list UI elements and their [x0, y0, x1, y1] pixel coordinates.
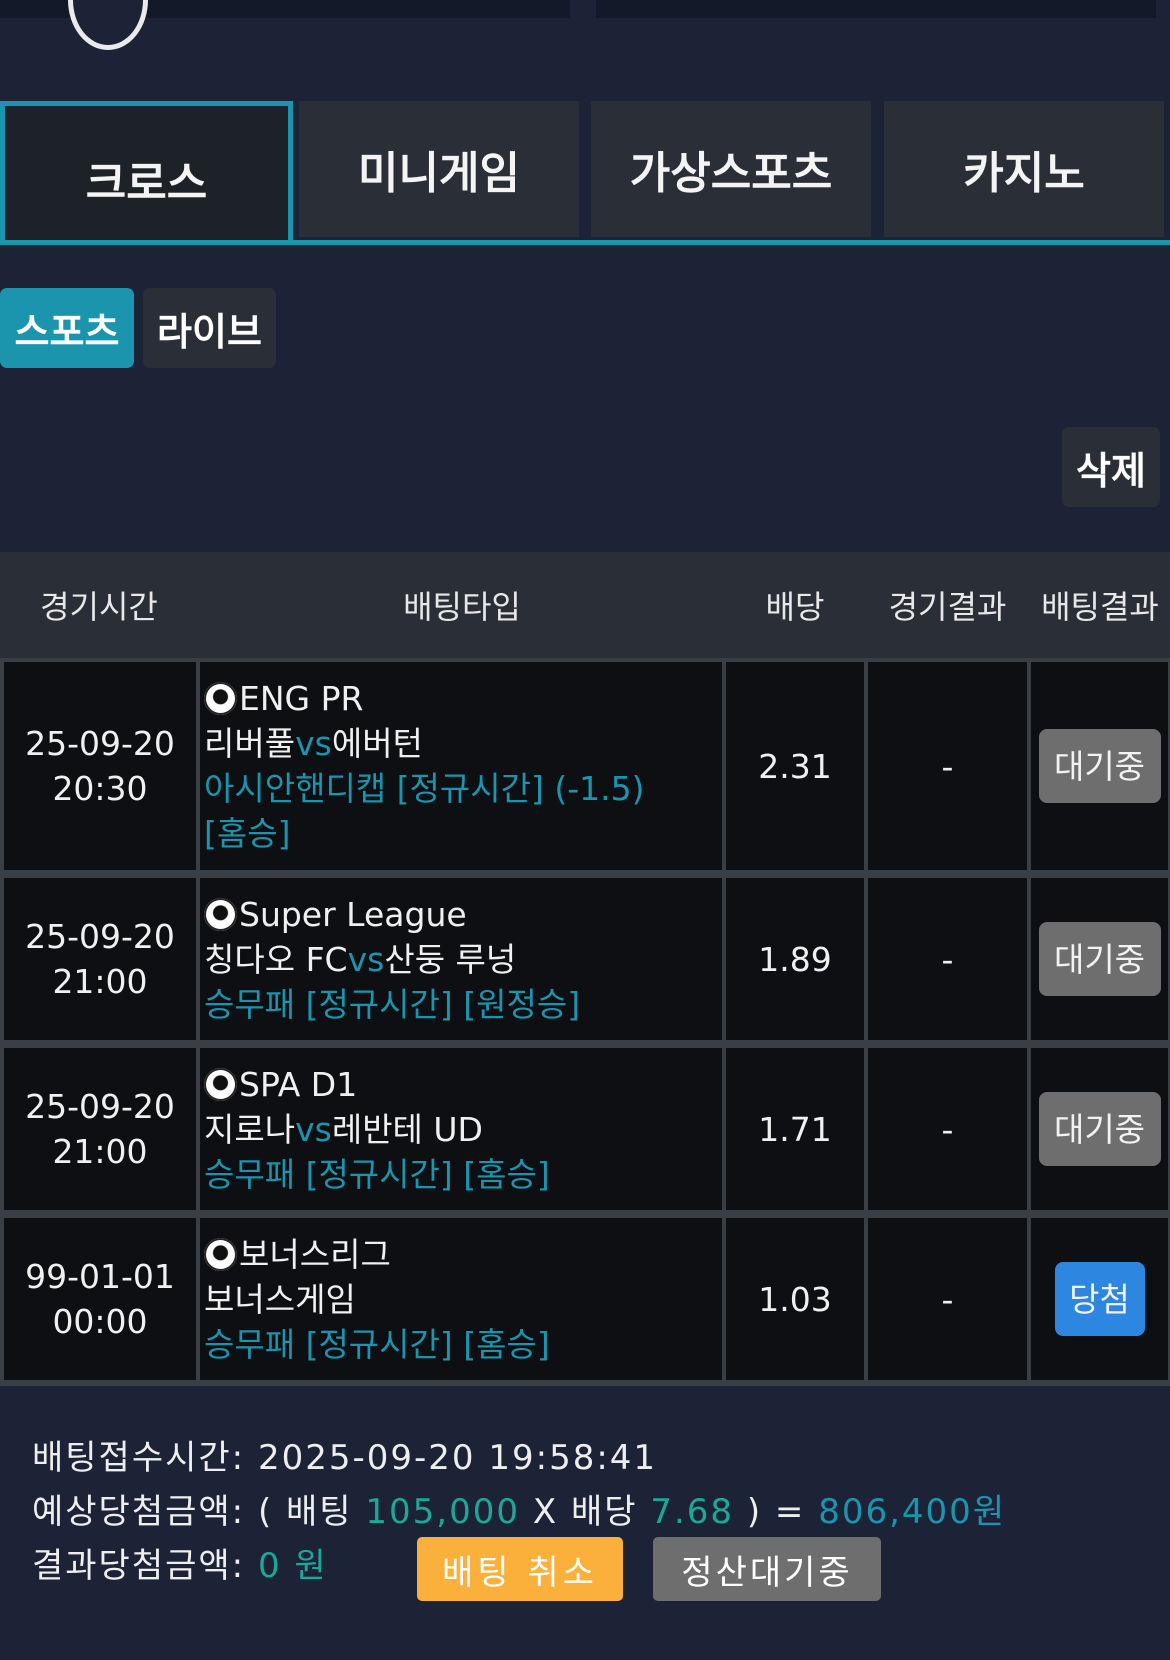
bet-amount: 105,000 [365, 1492, 521, 1532]
away-team: 레반테 UD [331, 1110, 483, 1149]
header-bar-right [596, 0, 1156, 18]
odds-cell: 1.71 [726, 1048, 864, 1210]
match-time-cell: 25-09-20 21:00 [4, 878, 196, 1040]
settlement-pending-button[interactable]: 정산대기중 [653, 1537, 881, 1601]
result-label: 결과당첨금액: [32, 1546, 246, 1586]
vs-label: vs [295, 1110, 332, 1149]
bet-result-cell: 대기중 [1031, 662, 1168, 870]
match-date: 25-09-20 [25, 1087, 175, 1126]
tab-casino[interactable]: 카지노 [884, 101, 1164, 237]
odds-cell: 2.31 [726, 662, 864, 870]
bet-label: 배팅 [286, 1492, 353, 1532]
status-pending-button[interactable]: 대기중 [1038, 729, 1161, 803]
soccer-ball-icon [204, 898, 237, 931]
bet-table-header: 경기시간 배팅타입 배당 경기결과 배팅결과 [0, 552, 1170, 658]
tab-virtual-sports[interactable]: 가상스포츠 [591, 101, 871, 237]
tab-cross[interactable]: 크로스 [0, 101, 293, 245]
match-result-cell: - [868, 878, 1027, 1040]
expected-win-line: 예상당첨금액: ( 배팅 105,000 X 배당 7.68 ) = 806,4… [32, 1490, 1006, 1534]
match-result-cell: - [868, 1218, 1027, 1380]
bet-type: 아시안핸디캡 [정규시간] (-1.5) [204, 769, 645, 808]
odds-cell: 1.03 [726, 1218, 864, 1380]
bet-type-cell: SPA D1 지로나vs레반테 UD 승무패 [정규시간] [홈승] [200, 1048, 722, 1210]
soccer-ball-icon [204, 1068, 237, 1101]
match-time-cell: 25-09-20 20:30 [4, 662, 196, 870]
expected-label: 예상당첨금액: [32, 1492, 246, 1532]
home-team: 보너스게임 [204, 1280, 356, 1319]
odds-cell: 1.89 [726, 878, 864, 1040]
subtab-sports[interactable]: 스포츠 [0, 288, 134, 368]
match-date: 25-09-20 [25, 917, 175, 956]
bet-result-cell: 당첨 [1031, 1218, 1168, 1380]
bet-time-value: 2025-09-20 19:58:41 [257, 1438, 658, 1478]
status-pending-button[interactable]: 대기중 [1038, 922, 1161, 996]
expected-amount: 806,400원 [818, 1492, 1007, 1532]
bet-type-cell: ENG PR 리버풀vs에버턴 아시안핸디캡 [정규시간] (-1.5) [홈승… [200, 662, 722, 870]
match-date: 99-01-01 [25, 1257, 175, 1296]
tab-underline [0, 240, 1170, 245]
vs-label: vs [347, 940, 385, 979]
col-match-time: 경기시간 [40, 588, 158, 626]
main-tabs: 크로스 미니게임 가상스포츠 카지노 [0, 101, 1170, 245]
top-header [0, 0, 1170, 50]
result-win-line: 결과당첨금액: 0 원 [32, 1544, 328, 1588]
bet-time-line: 배팅접수시간: 2025-09-20 19:58:41 [32, 1436, 657, 1480]
status-pending-button[interactable]: 대기중 [1038, 1092, 1161, 1166]
bet-time-label: 배팅접수시간: [32, 1438, 246, 1478]
home-team: 리버풀 [204, 724, 296, 763]
site-logo[interactable] [68, 0, 148, 50]
paren-open: ( [257, 1492, 274, 1532]
bet-type: 승무패 [정규시간] [원정승] [204, 985, 581, 1024]
bet-type: 승무패 [정규시간] [홈승] [204, 1155, 550, 1194]
league-name: SPA D1 [239, 1065, 358, 1104]
match-time-cell: 25-09-20 21:00 [4, 1048, 196, 1210]
home-team: 칭다오 FC [204, 940, 348, 979]
times-sign: X [532, 1492, 559, 1532]
total-odds: 7.68 [650, 1492, 735, 1532]
match-time: 21:00 [52, 1132, 148, 1171]
col-bet-result: 배팅결과 [1041, 588, 1159, 626]
tab-minigame[interactable]: 미니게임 [299, 101, 579, 237]
away-team: 산둥 루넝 [384, 940, 517, 979]
col-match-result: 경기결과 [888, 588, 1007, 626]
league-name: Super League [239, 895, 467, 934]
soccer-ball-icon [204, 1238, 237, 1271]
vs-label: vs [295, 724, 332, 763]
table-row: 99-01-01 00:00 보너스리그 보너스게임 승무패 [정규시간] [홈승… [0, 1214, 1170, 1386]
table-row: 25-09-20 20:30 ENG PR 리버풀vs에버턴 아시안핸디캡 [정규… [0, 658, 1170, 874]
match-time: 00:00 [52, 1302, 148, 1341]
bet-type-cell: Super League 칭다오 FCvs산둥 루넝 승무패 [정규시간] [원… [200, 878, 722, 1040]
match-result-cell: - [868, 1048, 1027, 1210]
table-row: 25-09-20 21:00 SPA D1 지로나vs레반테 UD 승무패 [정규… [0, 1044, 1170, 1214]
odds-label: 배당 [570, 1492, 638, 1532]
paren-close: ) [746, 1492, 763, 1532]
match-time: 20:30 [52, 769, 148, 808]
league-name: ENG PR [239, 679, 364, 718]
result-currency: 원 [294, 1546, 328, 1586]
match-time-cell: 99-01-01 00:00 [4, 1218, 196, 1380]
bet-pick: [홈승] [204, 814, 291, 853]
league-name: 보너스리그 [239, 1235, 391, 1274]
result-amount: 0 [257, 1546, 282, 1586]
soccer-ball-icon [204, 682, 237, 715]
status-win-button[interactable]: 당첨 [1054, 1262, 1145, 1336]
away-team: 에버턴 [331, 724, 423, 763]
delete-button[interactable]: 삭제 [1062, 427, 1160, 507]
bet-result-cell: 대기중 [1031, 1048, 1168, 1210]
col-bet-type: 배팅타입 [403, 588, 521, 626]
equals-sign: = [774, 1492, 806, 1532]
home-team: 지로나 [204, 1110, 296, 1149]
site-logo-text [180, 0, 380, 28]
match-result-cell: - [868, 662, 1027, 870]
bet-result-cell: 대기중 [1031, 878, 1168, 1040]
subtab-live[interactable]: 라이브 [143, 288, 276, 368]
bet-type-cell: 보너스리그 보너스게임 승무패 [정규시간] [홈승] [200, 1218, 722, 1380]
match-date: 25-09-20 [25, 724, 175, 763]
table-row: 25-09-20 21:00 Super League 칭다오 FCvs산둥 루넝… [0, 874, 1170, 1044]
col-odds: 배당 [765, 588, 825, 626]
bet-type: 승무패 [정규시간] [홈승] [204, 1325, 550, 1364]
match-time: 21:00 [52, 962, 148, 1001]
cancel-bet-button[interactable]: 배팅 취소 [417, 1537, 623, 1601]
